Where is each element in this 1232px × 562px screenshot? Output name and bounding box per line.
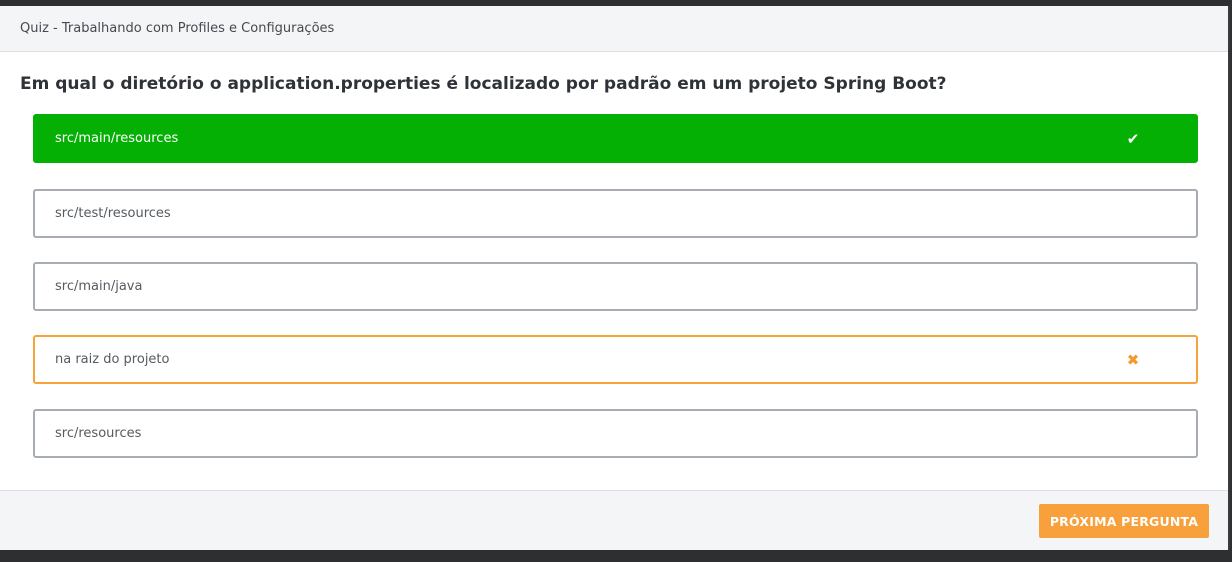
answer-option-label: src/test/resources xyxy=(55,206,171,221)
answer-option-1[interactable]: src/main/resources ✔ xyxy=(33,114,1198,163)
answer-option-2[interactable]: src/test/resources xyxy=(33,189,1198,238)
modal-title: Quiz - Trabalhando com Profiles e Config… xyxy=(20,21,335,36)
question-text: Em qual o diretório o application.proper… xyxy=(20,74,947,94)
answer-option-label: src/resources xyxy=(55,426,142,441)
modal-footer: PRÓXIMA PERGUNTA xyxy=(0,490,1228,550)
quiz-modal: Quiz - Trabalhando com Profiles e Config… xyxy=(0,6,1230,550)
answer-option-3[interactable]: src/main/java xyxy=(33,262,1198,311)
check-icon: ✔ xyxy=(1126,129,1140,148)
modal-header: Quiz - Trabalhando com Profiles e Config… xyxy=(0,6,1228,52)
x-icon: ✖ xyxy=(1126,350,1140,369)
answer-option-5[interactable]: src/resources xyxy=(33,409,1198,458)
answer-option-4[interactable]: na raiz do projeto ✖ xyxy=(33,335,1198,384)
answer-option-label: src/main/java xyxy=(55,279,143,294)
next-question-button[interactable]: PRÓXIMA PERGUNTA xyxy=(1039,504,1209,538)
answer-option-label: na raiz do projeto xyxy=(55,352,170,367)
answer-option-label: src/main/resources xyxy=(55,131,179,146)
